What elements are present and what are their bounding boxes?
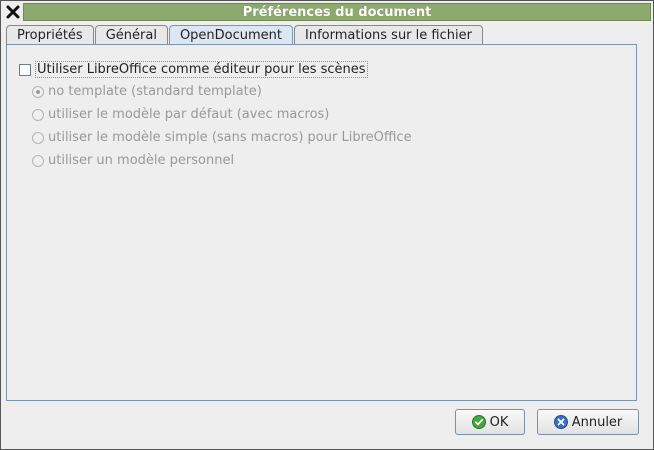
window-title: Préférences du document — [242, 4, 432, 20]
radio-default-template[interactable]: utiliser le modèle par défaut (avec macr… — [32, 107, 329, 122]
radio-button[interactable] — [32, 154, 44, 167]
radio-label: utiliser le modèle simple (sans macros) … — [48, 130, 412, 145]
radio-label: no template (standard template) — [48, 84, 262, 99]
cancel-button[interactable]: Annuler — [537, 409, 639, 435]
cancel-circle-icon — [553, 415, 568, 429]
radio-custom-template[interactable]: utiliser un modèle personnel — [32, 153, 234, 168]
tab-opendocument[interactable]: OpenDocument — [168, 25, 294, 44]
tab-informations-fichier[interactable]: Informations sur le fichier — [294, 25, 483, 44]
radio-no-template[interactable]: no template (standard template) — [32, 84, 262, 99]
ok-label: OK — [489, 414, 509, 430]
use-libreoffice-checkbox-row[interactable]: Utiliser LibreOffice comme éditeur pour … — [19, 61, 368, 78]
radio-label: utiliser le modèle par défaut (avec macr… — [48, 107, 330, 122]
cancel-label: Annuler — [571, 414, 623, 430]
use-libreoffice-label[interactable]: Utiliser LibreOffice comme éditeur pour … — [35, 61, 368, 78]
tab-label: Général — [105, 27, 157, 43]
radio-button[interactable] — [32, 131, 44, 144]
radio-label: utiliser un modèle personnel — [48, 153, 235, 168]
tab-label: Propriétés — [17, 27, 83, 43]
ok-button[interactable]: OK — [455, 409, 525, 435]
close-icon — [6, 5, 20, 19]
tab-bar: Propriétés Général OpenDocument Informat… — [6, 25, 484, 45]
radio-button[interactable] — [32, 85, 44, 98]
radio-button[interactable] — [32, 108, 44, 121]
radio-simple-template[interactable]: utiliser le modèle simple (sans macros) … — [32, 130, 412, 145]
tab-panel-opendocument: Utiliser LibreOffice comme éditeur pour … — [6, 44, 637, 401]
dialog-window: Préférences du document Propriétés Génér… — [0, 0, 654, 450]
check-circle-icon — [471, 415, 486, 429]
tab-general[interactable]: Général — [94, 25, 168, 44]
tab-proprietes[interactable]: Propriétés — [6, 25, 94, 44]
use-libreoffice-checkbox[interactable] — [19, 63, 31, 76]
tab-label: OpenDocument — [179, 27, 283, 43]
close-button[interactable] — [4, 3, 22, 21]
tab-label: Informations sur le fichier — [305, 27, 472, 43]
window-title-bar[interactable]: Préférences du document — [23, 3, 651, 21]
titlebar: Préférences du document — [1, 1, 653, 23]
